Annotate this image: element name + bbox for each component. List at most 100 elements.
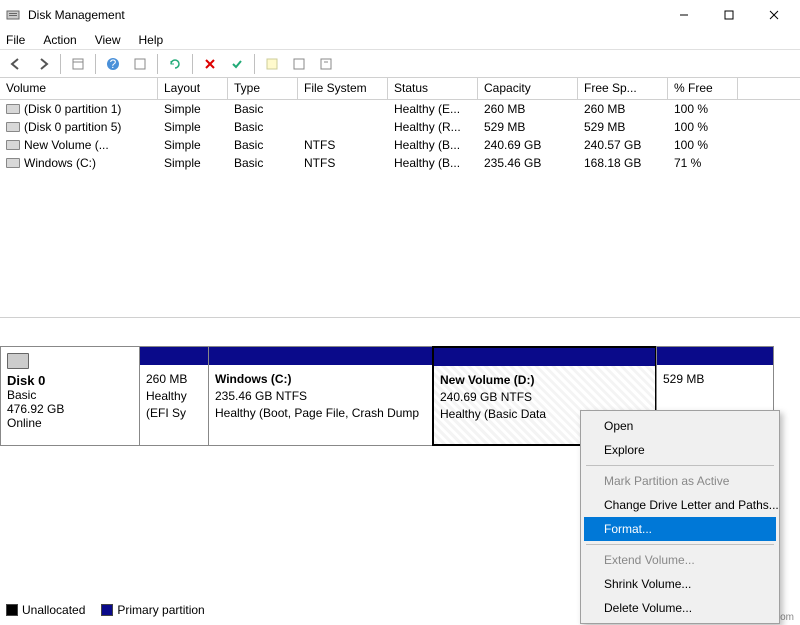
column-header[interactable]: File System <box>298 78 388 99</box>
refresh-icon[interactable] <box>163 52 187 76</box>
close-button[interactable] <box>751 0 796 30</box>
menu-item[interactable]: Explore <box>584 438 776 462</box>
cell: Simple <box>158 119 228 135</box>
window-title: Disk Management <box>28 8 661 22</box>
partition-box[interactable]: 260 MBHealthy (EFI Sy <box>139 346 209 446</box>
cell: 529 MB <box>478 119 578 135</box>
menu-item[interactable]: Change Drive Letter and Paths... <box>584 493 776 517</box>
menu-separator <box>586 544 774 545</box>
cell <box>298 126 388 128</box>
cell: Simple <box>158 137 228 153</box>
partition-header <box>209 347 432 365</box>
disk-label[interactable]: Disk 0 Basic 476.92 GB Online <box>0 346 140 446</box>
column-header[interactable]: % Free <box>668 78 738 99</box>
menu-item[interactable]: Format... <box>584 517 776 541</box>
column-header[interactable]: Capacity <box>478 78 578 99</box>
partition-body: Windows (C:)235.46 GB NTFSHealthy (Boot,… <box>209 365 432 445</box>
menu-item: Extend Volume... <box>584 548 776 572</box>
titlebar: Disk Management <box>0 0 800 30</box>
column-header[interactable]: Status <box>388 78 478 99</box>
context-menu: OpenExplore Mark Partition as ActiveChang… <box>580 410 780 624</box>
column-header[interactable]: Layout <box>158 78 228 99</box>
cell: Simple <box>158 101 228 117</box>
toolbar-icon[interactable] <box>260 52 284 76</box>
legend-item: Unallocated <box>6 603 85 617</box>
disk-status: Online <box>7 416 133 430</box>
cell: 260 MB <box>478 101 578 117</box>
cell: Simple <box>158 155 228 171</box>
cell: 71 % <box>668 155 738 171</box>
svg-text:?: ? <box>110 57 117 71</box>
menu-view[interactable]: View <box>93 31 123 49</box>
cell: 100 % <box>668 137 738 153</box>
cell: 529 MB <box>578 119 668 135</box>
partition-box[interactable]: Windows (C:)235.46 GB NTFSHealthy (Boot,… <box>208 346 433 446</box>
disk-size: 476.92 GB <box>7 402 133 416</box>
drive-icon <box>6 158 20 168</box>
cell: Windows (C:) <box>0 155 158 171</box>
disk-name: Disk 0 <box>7 373 133 388</box>
cell: (Disk 0 partition 5) <box>0 119 158 135</box>
cell: 240.57 GB <box>578 137 668 153</box>
column-header[interactable]: Free Sp... <box>578 78 668 99</box>
disk-type: Basic <box>7 388 133 402</box>
toolbar-icon[interactable] <box>128 52 152 76</box>
cell: 235.46 GB <box>478 155 578 171</box>
cell: 240.69 GB <box>478 137 578 153</box>
menu-item[interactable]: Shrink Volume... <box>584 572 776 596</box>
partition-header <box>434 348 655 366</box>
cell: 260 MB <box>578 101 668 117</box>
legend-item: Primary partition <box>101 603 204 617</box>
menu-item[interactable]: Delete Volume... <box>584 596 776 620</box>
menubar: File Action View Help <box>0 30 800 50</box>
cell: Basic <box>228 119 298 135</box>
minimize-button[interactable] <box>661 0 706 30</box>
volume-list-header: Volume Layout Type File System Status Ca… <box>0 78 800 100</box>
column-header[interactable]: Type <box>228 78 298 99</box>
toolbar: ? <box>0 50 800 78</box>
volume-list: Volume Layout Type File System Status Ca… <box>0 78 800 318</box>
delete-icon[interactable] <box>198 52 222 76</box>
cell: Basic <box>228 101 298 117</box>
menu-file[interactable]: File <box>4 31 27 49</box>
drive-icon <box>6 122 20 132</box>
partition-header <box>657 347 773 365</box>
drive-icon <box>6 140 20 150</box>
toolbar-icon[interactable] <box>287 52 311 76</box>
toolbar-icon[interactable] <box>314 52 338 76</box>
table-row[interactable]: (Disk 0 partition 5)SimpleBasic Healthy (… <box>0 118 800 136</box>
menu-item[interactable]: Open <box>584 414 776 438</box>
legend: Unallocated Primary partition <box>6 603 205 617</box>
table-row[interactable]: (Disk 0 partition 1)SimpleBasic Healthy (… <box>0 100 800 118</box>
cell <box>298 108 388 110</box>
drive-icon <box>6 104 20 114</box>
menu-separator <box>586 465 774 466</box>
swatch-icon <box>101 604 113 616</box>
disk-management-icon <box>4 6 22 24</box>
swatch-icon <box>6 604 18 616</box>
toolbar-icon[interactable] <box>66 52 90 76</box>
cell: Healthy (B... <box>388 155 478 171</box>
cell: NTFS <box>298 137 388 153</box>
table-row[interactable]: Windows (C:)SimpleBasicNTFSHealthy (B...… <box>0 154 800 172</box>
cell: Healthy (R... <box>388 119 478 135</box>
cell: 168.18 GB <box>578 155 668 171</box>
check-icon[interactable] <box>225 52 249 76</box>
cell: Healthy (E... <box>388 101 478 117</box>
cell: NTFS <box>298 155 388 171</box>
cell: Basic <box>228 155 298 171</box>
menu-item: Mark Partition as Active <box>584 469 776 493</box>
forward-button[interactable] <box>31 52 55 76</box>
cell: 100 % <box>668 119 738 135</box>
menu-help[interactable]: Help <box>137 31 166 49</box>
menu-action[interactable]: Action <box>41 31 78 49</box>
table-row[interactable]: New Volume (...SimpleBasicNTFSHealthy (B… <box>0 136 800 154</box>
partition-body: 260 MBHealthy (EFI Sy <box>140 365 208 445</box>
back-button[interactable] <box>4 52 28 76</box>
maximize-button[interactable] <box>706 0 751 30</box>
help-icon[interactable]: ? <box>101 52 125 76</box>
cell: (Disk 0 partition 1) <box>0 101 158 117</box>
disk-device-icon <box>7 353 29 369</box>
column-header[interactable]: Volume <box>0 78 158 99</box>
cell: New Volume (... <box>0 137 158 153</box>
